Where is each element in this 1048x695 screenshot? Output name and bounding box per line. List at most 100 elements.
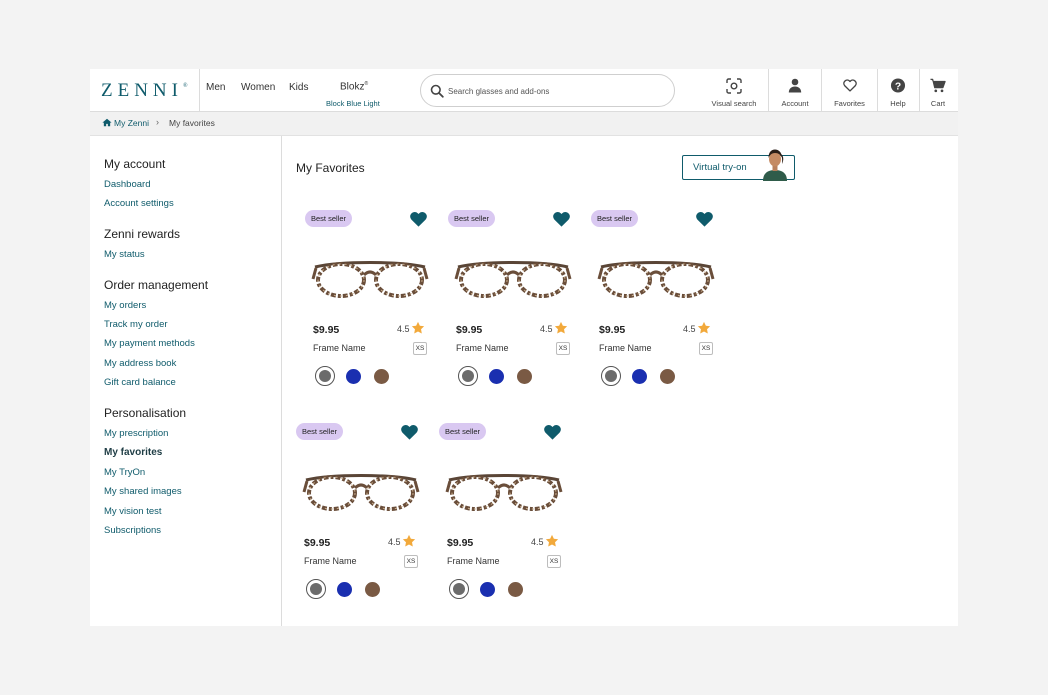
help-button[interactable]: ? Help (880, 69, 916, 112)
divider (199, 69, 200, 112)
product-card[interactable]: Best seller $9.95 4.5 Frame Name XS (448, 210, 578, 390)
page-title: My Favorites (296, 161, 365, 175)
color-swatch[interactable] (632, 368, 647, 384)
best-seller-badge: Best seller (439, 423, 487, 440)
best-seller-badge: Best seller (305, 210, 353, 227)
nav-blokz[interactable]: Blokz® (340, 81, 368, 92)
product-name: Frame Name (447, 556, 500, 566)
user-icon (788, 78, 802, 93)
cart-button[interactable]: Cart (922, 69, 954, 112)
camera-scan-icon (726, 78, 742, 94)
product-card[interactable]: Best seller $9.95 4.5 Frame Name XS (439, 423, 569, 603)
breadcrumb-home[interactable]: My Zenni (102, 118, 149, 128)
best-seller-badge: Best seller (591, 210, 639, 227)
sidebar-item-my-favorites[interactable]: My favorites (104, 447, 162, 458)
product-rating: 4.5 (683, 324, 696, 334)
app-window: ZENNI® Men Women Kids Blokz® Block Blue … (90, 69, 958, 626)
product-price: $9.95 (313, 324, 340, 336)
sidebar-item-address-book[interactable]: My address book (104, 358, 176, 369)
product-name: Frame Name (599, 343, 652, 353)
sidebar-item-my-orders[interactable]: My orders (104, 300, 146, 311)
color-swatch-selected[interactable] (458, 366, 478, 386)
glasses-image (445, 474, 563, 511)
sidebar-item-payment-methods[interactable]: My payment methods (104, 338, 195, 349)
glasses-image (311, 261, 429, 298)
product-price: $9.95 (304, 537, 331, 549)
product-price: $9.95 (456, 324, 483, 336)
color-swatch[interactable] (365, 581, 380, 597)
divider (768, 69, 769, 112)
product-rating: 4.5 (397, 324, 410, 334)
search-input[interactable] (448, 83, 668, 99)
swatch-color (318, 369, 331, 382)
product-name: Frame Name (313, 343, 366, 353)
size-badge: XS (404, 555, 418, 568)
swatch-color (604, 369, 617, 382)
heart-outline-icon (842, 79, 857, 92)
glasses-image (597, 261, 715, 298)
help-label: Help (890, 99, 906, 108)
color-swatch[interactable] (346, 368, 361, 384)
cart-icon (930, 78, 946, 93)
product-card[interactable]: Best seller $9.95 4.5 Frame Name XS (305, 210, 435, 390)
sidebar-item-my-status[interactable]: My status (104, 249, 145, 260)
size-badge: XS (556, 342, 570, 355)
color-swatch[interactable] (517, 368, 532, 384)
section-zenni-rewards: Zenni rewards (104, 227, 181, 241)
section-my-account: My account (104, 157, 166, 171)
visual-search-button[interactable]: Visual search (706, 69, 762, 112)
divider (821, 69, 822, 112)
product-rating: 4.5 (531, 537, 544, 547)
color-swatch[interactable] (337, 581, 352, 597)
sidebar-item-dashboard[interactable]: Dashboard (104, 179, 150, 190)
product-card[interactable]: Best seller $9.95 4.5 Frame Name XS (296, 423, 426, 603)
section-order-management: Order management (104, 278, 209, 292)
nav-men[interactable]: Men (206, 82, 225, 93)
tryon-model-icon (763, 149, 787, 181)
swatch-color (452, 582, 465, 595)
color-swatch[interactable] (660, 368, 675, 384)
star-icon (402, 534, 416, 547)
product-card[interactable]: Best seller $9.95 4.5 Frame Name XS (591, 210, 721, 390)
color-swatch[interactable] (374, 368, 389, 384)
sidebar-item-gift-card-balance[interactable]: Gift card balance (104, 377, 176, 388)
color-swatch-selected[interactable] (315, 366, 335, 386)
size-badge: XS (547, 555, 561, 568)
sidebar-item-vision-test[interactable]: My vision test (104, 506, 162, 517)
size-badge: XS (699, 342, 713, 355)
favorite-heart-icon[interactable] (400, 423, 419, 440)
nav-kids[interactable]: Kids (289, 82, 308, 93)
sidebar-item-my-tryon[interactable]: My TryOn (104, 467, 145, 478)
favorite-heart-icon[interactable] (552, 210, 571, 227)
account-button[interactable]: Account (772, 69, 818, 112)
zenni-logo[interactable]: ZENNI® (101, 80, 188, 102)
virtual-tryon-button[interactable]: Virtual try-on (682, 149, 795, 181)
sidebar-item-subscriptions[interactable]: Subscriptions (104, 525, 161, 536)
color-swatch[interactable] (480, 581, 495, 597)
favorite-heart-icon[interactable] (543, 423, 562, 440)
virtual-tryon-label: Virtual try-on (693, 162, 747, 173)
account-sidebar: My account Dashboard Account settings Ze… (90, 136, 282, 626)
color-swatch-selected[interactable] (601, 366, 621, 386)
sidebar-item-my-prescription[interactable]: My prescription (104, 428, 168, 439)
nav-blokz-subtitle[interactable]: Block Blue Light (326, 99, 380, 108)
search-bar[interactable] (420, 74, 675, 107)
product-price: $9.95 (599, 324, 626, 336)
favorite-heart-icon[interactable] (695, 210, 714, 227)
color-swatch-selected[interactable] (306, 579, 326, 599)
color-swatch-selected[interactable] (449, 579, 469, 599)
favorites-button[interactable]: Favorites (824, 69, 875, 112)
color-swatch[interactable] (508, 581, 523, 597)
cart-label: Cart (930, 99, 946, 108)
sidebar-item-account-settings[interactable]: Account settings (104, 198, 174, 209)
color-swatch[interactable] (489, 368, 504, 384)
sidebar-item-shared-images[interactable]: My shared images (104, 486, 182, 497)
home-icon (102, 118, 112, 127)
sidebar-item-track-order[interactable]: Track my order (104, 319, 168, 330)
divider (877, 69, 878, 112)
breadcrumb: My Zenni › My favorites (90, 112, 958, 136)
nav-women[interactable]: Women (241, 82, 275, 93)
glasses-image (454, 261, 572, 298)
top-header: ZENNI® Men Women Kids Blokz® Block Blue … (90, 69, 958, 112)
favorite-heart-icon[interactable] (409, 210, 428, 227)
